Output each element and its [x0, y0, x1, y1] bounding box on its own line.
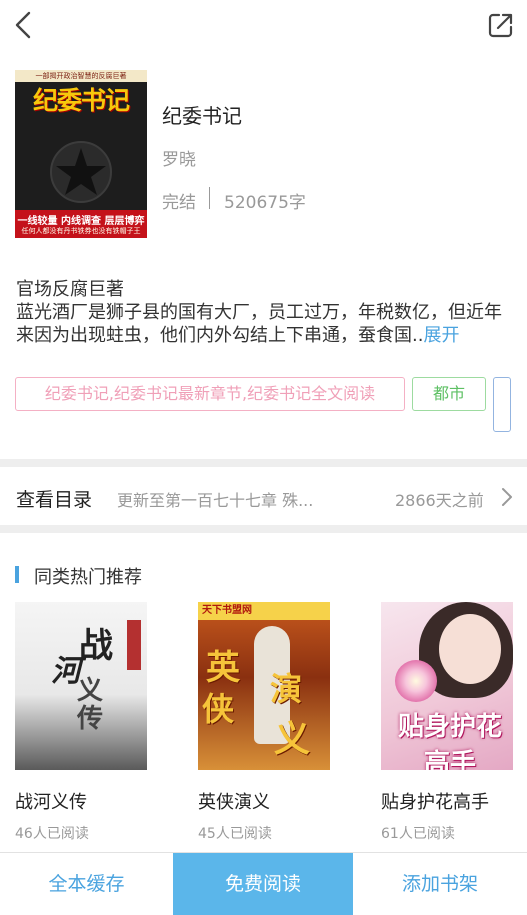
recommend-cover[interactable]: 贴身护花高手: [381, 602, 513, 770]
cover-band-line1: 一线较量 内线调查 层层博弈: [17, 216, 145, 227]
accent-bar: [15, 566, 19, 583]
recommend-cover[interactable]: 天下书盟网 英 侠 演 义: [198, 602, 330, 770]
recommend-readers: 46人已阅读: [15, 826, 89, 842]
book-cover[interactable]: 一部揭开政治智慧的反腐巨著 纪委书记 一线较量 内线调查 层层博弈 任何人都没有…: [15, 70, 147, 238]
cover-title: 纪委书记: [32, 86, 130, 115]
update-time: 2866天之前: [395, 491, 484, 510]
cover-face: [439, 614, 501, 684]
recommend-cover[interactable]: 战 河 义 传: [15, 602, 147, 770]
tag-row: 纪委书记,纪委书记最新章节,纪委书记全文阅读 都市: [0, 376, 527, 432]
latest-chapter: 更新至第一百七十七章 殊...: [117, 491, 314, 510]
star-emblem-icon: [50, 141, 112, 203]
chevron-right-icon: [502, 488, 512, 506]
cover-seal: [127, 620, 141, 670]
category-tag[interactable]: 都市: [412, 377, 486, 411]
toc-label: 查看目录: [16, 489, 93, 511]
book-intro: 官场反腐巨著 蓝光酒厂是狮子县的国有大厂，员工过万，年税数亿，但近年来因为出现蛀…: [16, 278, 516, 347]
expand-link[interactable]: 展开: [423, 325, 459, 346]
cover-tagline: 一部揭开政治智慧的反腐巨著: [15, 70, 147, 82]
cover-band: 一线较量 内线调查 层层博弈 任何人都没有丹书铁券也没有铁帽子王: [15, 210, 147, 238]
share-icon[interactable]: [487, 11, 515, 39]
recommend-readers: 45人已阅读: [198, 826, 272, 842]
intro-headline: 官场反腐巨著: [16, 279, 124, 300]
cover-band-line2: 任何人都没有丹书铁券也没有铁帽子王: [21, 227, 141, 235]
cover-title: 贴身护花高手: [397, 712, 502, 770]
book-title: 纪委书记: [162, 104, 242, 128]
top-bar: [0, 0, 527, 52]
recommend-header: 同类热门推荐: [0, 560, 527, 590]
recommend-readers: 61人已阅读: [381, 826, 455, 842]
free-read-button[interactable]: 免费阅读: [173, 853, 353, 915]
book-header: 一部揭开政治智慧的反腐巨著 纪委书记 一线较量 内线调查 层层博弈 任何人都没有…: [0, 60, 527, 250]
section-separator: [0, 459, 527, 467]
keyword-tag[interactable]: 纪委书记,纪委书记最新章节,纪委书记全文阅读: [15, 377, 405, 411]
book-status: 完结: [162, 193, 196, 213]
recommend-name: 英侠演义: [198, 792, 270, 813]
add-to-shelf-button[interactable]: 添加书架: [353, 853, 527, 915]
extra-tag[interactable]: [493, 377, 511, 432]
cache-all-button[interactable]: 全本缓存: [0, 853, 173, 915]
bottom-bar: 全本缓存 免费阅读 添加书架: [0, 852, 527, 915]
section-separator: [0, 525, 527, 533]
cover-publisher-logo: 天下书盟网: [198, 602, 330, 620]
intro-text: 蓝光酒厂是狮子县的国有大厂，员工过万，年税数亿，但近年来因为出现蛀虫，他们内外勾…: [16, 301, 516, 347]
recommend-name: 贴身护花高手: [381, 792, 489, 813]
toc-row[interactable]: 查看目录 更新至第一百七十七章 殊... 2866天之前: [0, 469, 527, 525]
divider: [209, 187, 210, 209]
flower-icon: [395, 660, 437, 702]
book-author[interactable]: 罗晓: [162, 145, 196, 170]
recommend-title: 同类热门推荐: [34, 567, 142, 588]
chevron-left-icon[interactable]: [10, 10, 38, 40]
recommend-name: 战河义传: [15, 792, 87, 813]
word-count: 520675字: [224, 193, 306, 213]
